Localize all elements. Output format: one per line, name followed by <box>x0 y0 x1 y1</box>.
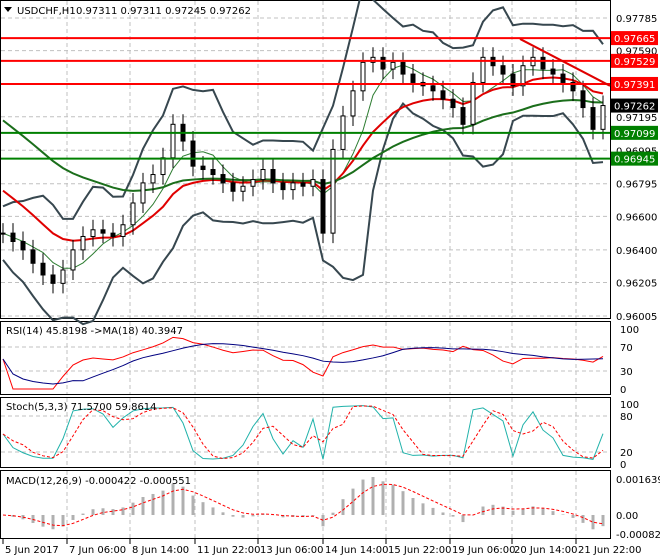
candle-body <box>280 182 286 191</box>
price-tick-label: 0.96205 <box>616 279 657 290</box>
rsi-label: RSI(14) 45.8198 ->MA(18) 40.3947 <box>6 326 183 337</box>
candle-body <box>170 123 176 159</box>
candle-body <box>310 179 316 187</box>
candle-body <box>130 202 136 226</box>
collapse-triangle-icon[interactable] <box>4 7 12 12</box>
candle-body <box>120 224 126 237</box>
candle-body <box>20 241 26 251</box>
time-label: 15 Jun 22:00 <box>388 545 452 556</box>
time-label: 20 Jun 14:00 <box>514 545 578 556</box>
candle-body <box>410 73 416 83</box>
price-level-label: 0.97099 <box>614 129 655 140</box>
time-label: 11 Jun 22:00 <box>197 545 261 556</box>
candle-body <box>400 61 406 75</box>
candle-body <box>500 65 506 75</box>
candle-body <box>300 182 306 187</box>
candle-body <box>200 165 206 171</box>
candle-body <box>210 169 216 176</box>
candle-body <box>600 105 606 130</box>
time-label: 14 Jun 14:00 <box>325 545 389 556</box>
candle-body <box>100 229 106 234</box>
price-tick-label: 0.97195 <box>616 113 657 124</box>
stoch-signal-line <box>2 405 604 460</box>
candle-body <box>430 85 436 92</box>
candle-body <box>580 90 586 109</box>
candle-body <box>250 179 256 187</box>
chart-canvas: 0.977850.975900.971950.969950.967950.966… <box>0 0 660 556</box>
stoch-label: Stoch(5,3,3) 71.5700 59.8614 <box>6 402 157 413</box>
price-level-label: 0.97391 <box>614 80 655 91</box>
rsi-tick-label: 70 <box>620 343 633 354</box>
current-price-label: 0.97262 <box>614 102 655 113</box>
symbol-label: USDCHF,H1 <box>17 6 76 17</box>
candle-body <box>350 90 356 117</box>
price-level-label: 0.97665 <box>614 34 655 45</box>
candle-body <box>560 73 566 83</box>
price-level-label: 0.96945 <box>614 155 655 166</box>
candle-body <box>290 182 296 191</box>
macd-label: MACD(12,26,9) -0.000422 -0.000551 <box>6 476 191 487</box>
macd-tick-label: 0.001639 <box>616 475 660 486</box>
time-label: 5 Jun 2017 <box>5 545 59 556</box>
rsi-tick-label: 100 <box>620 325 639 336</box>
price-tick-label: 0.96600 <box>616 212 657 223</box>
candle-body <box>450 98 456 109</box>
candle-body <box>0 232 6 235</box>
candle-body <box>140 182 146 204</box>
ohlc-label: 0.97311 0.97311 0.97245 0.97262 <box>76 6 251 17</box>
candle-body <box>30 249 36 264</box>
time-label: 21 Jun 22:00 <box>578 545 642 556</box>
rsi-tick-label: 0 <box>620 385 626 396</box>
price-tick-label: 0.97785 <box>616 14 657 25</box>
stoch-tick-label: 100 <box>620 400 639 411</box>
candle-body <box>70 249 76 271</box>
candle-body <box>150 174 156 184</box>
candle-body <box>190 140 196 167</box>
stoch-main-line <box>2 405 604 460</box>
candle-body <box>520 65 526 87</box>
macd-signal-line <box>2 483 604 527</box>
candle-body <box>390 61 396 70</box>
time-label: 7 Jun 06:00 <box>69 545 126 556</box>
candle-body <box>10 232 16 242</box>
price-tick-label: 0.96795 <box>616 180 657 191</box>
time-label: 13 Jun 06:00 <box>260 545 324 556</box>
candle-body <box>80 235 86 251</box>
candle-body <box>270 169 276 184</box>
chart-window: 0.977850.975900.971950.969950.967950.966… <box>0 0 660 560</box>
candle-body <box>320 179 326 234</box>
bollinger-lower-line <box>2 101 604 326</box>
candle-body <box>40 262 46 276</box>
candle-body <box>470 81 476 125</box>
candle-body <box>330 148 336 234</box>
candle-body <box>230 182 236 192</box>
stoch-tick-label: 80 <box>620 412 633 423</box>
candle-body <box>440 90 446 100</box>
candle-body <box>60 269 66 284</box>
candle-body <box>590 107 596 130</box>
candle-body <box>360 61 366 92</box>
candle-body <box>160 157 166 176</box>
rsi-line <box>2 336 604 390</box>
macd-tick-label: -0.000826 <box>616 530 660 541</box>
candle-body <box>220 174 226 184</box>
candle-body <box>550 68 556 75</box>
stoch-tick-label: 20 <box>620 448 633 459</box>
candle-body <box>90 229 96 237</box>
candle-body <box>110 232 116 237</box>
candle-body <box>460 107 466 125</box>
candle-body <box>240 185 246 192</box>
macd-tick-label: 0.00 <box>616 511 638 522</box>
time-label: 8 Jun 14:00 <box>132 545 189 556</box>
candle-body <box>50 274 56 284</box>
candle-body <box>540 56 546 70</box>
price-level-label: 0.97529 <box>614 57 655 68</box>
candle-body <box>260 169 266 181</box>
candle-body <box>380 56 386 70</box>
time-label: 19 Jun 06:00 <box>452 545 516 556</box>
price-tick-label: 0.96005 <box>616 312 657 323</box>
price-tick-label: 0.96400 <box>616 246 657 257</box>
rsi-tick-label: 30 <box>620 367 633 378</box>
stoch-tick-label: 0 <box>620 460 626 471</box>
